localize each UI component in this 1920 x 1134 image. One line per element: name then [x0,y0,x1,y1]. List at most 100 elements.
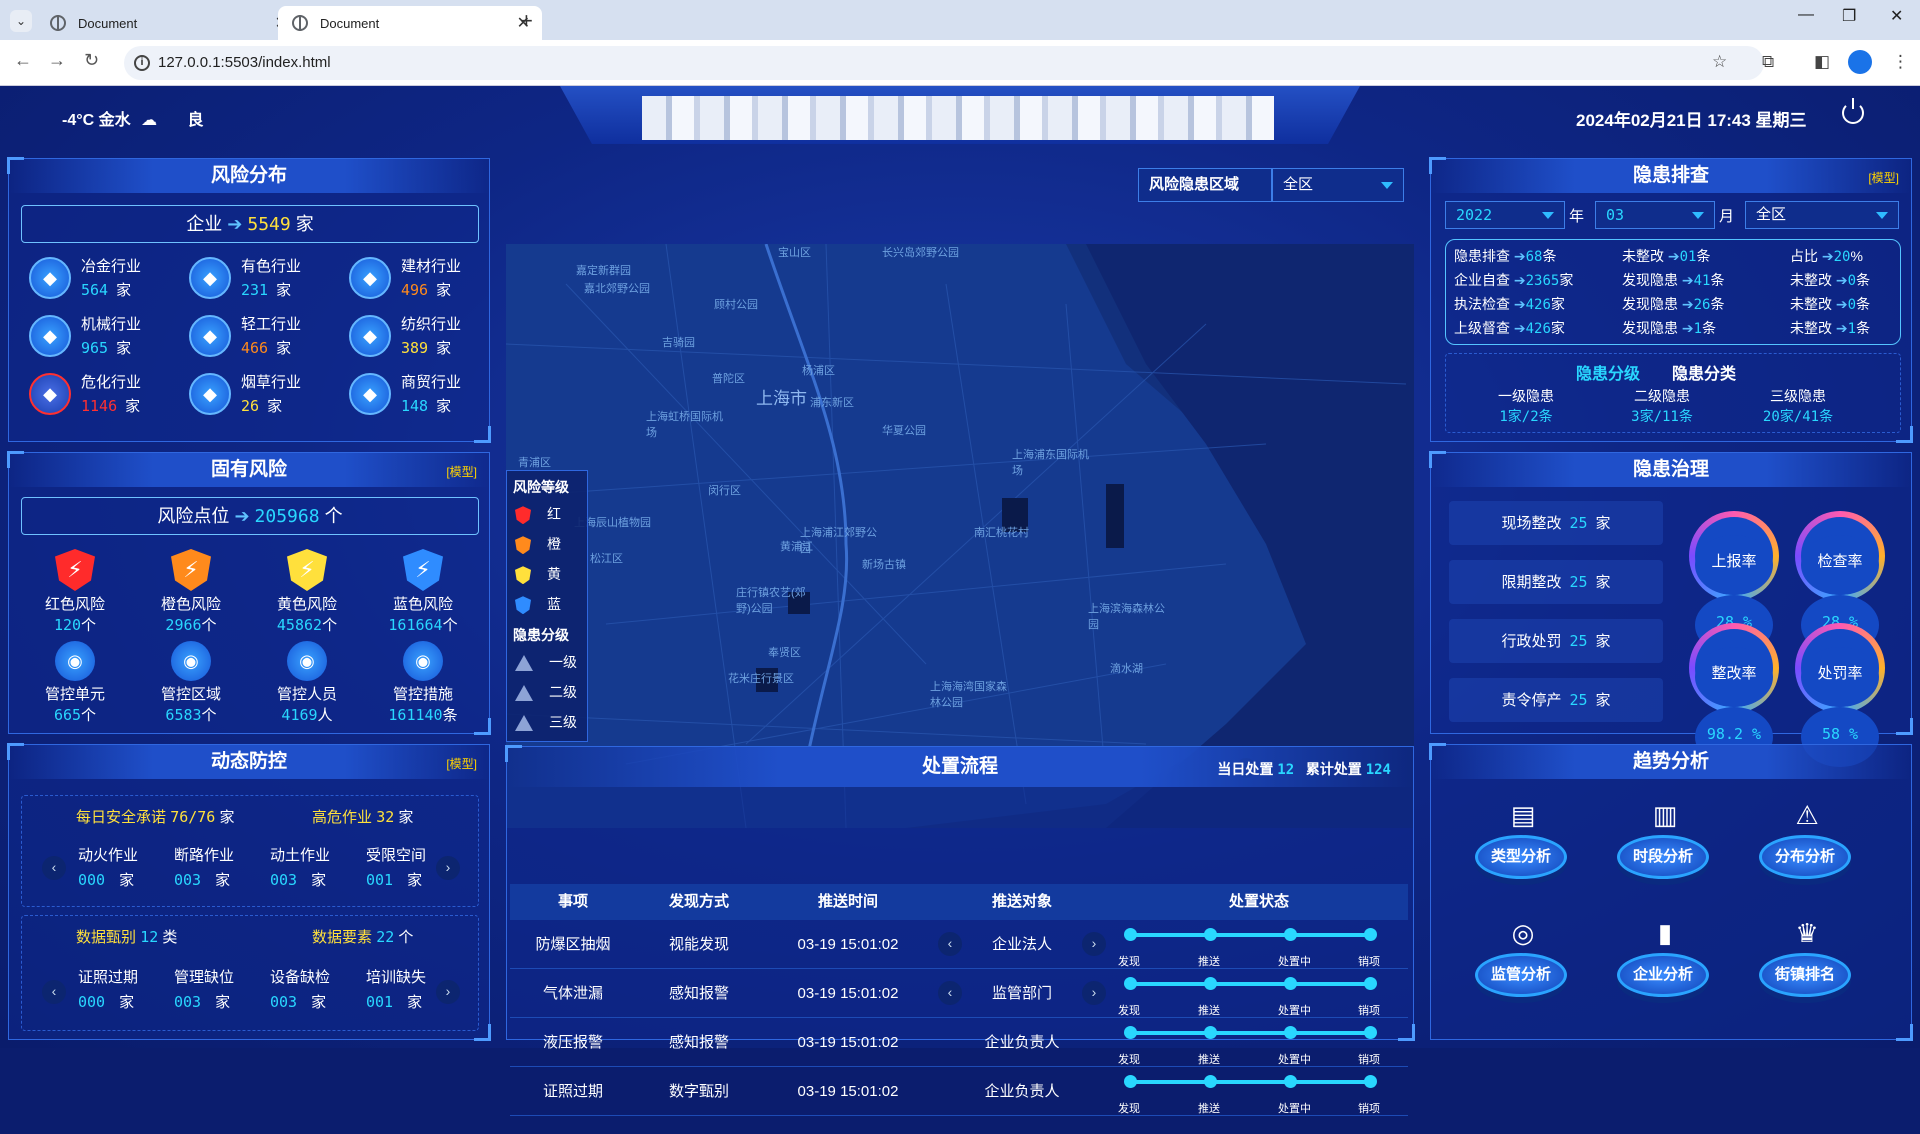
shield-icon: ⚡ [171,549,211,591]
trend-button[interactable]: ♛ 街镇排名 [1759,913,1855,997]
control-value-row: 4169人 [257,704,357,725]
high-label: 高危作业 [312,809,373,826]
tab-search-button[interactable]: ⌄ [10,10,32,32]
op-value: 000 [78,871,106,889]
industry-value-row: 26 家 [241,395,282,416]
month-select[interactable]: 03 [1595,201,1715,229]
stat-name: 未整改 [1790,272,1832,288]
industry-unit: 家 [436,282,452,299]
new-tab-button[interactable]: + [520,8,533,34]
trend-label: 时段分析 [1617,835,1709,879]
reload-button[interactable]: ↻ [84,50,99,71]
map-label: 上海海湾国家森林公园 [930,681,1007,709]
elem-label: 数据要素 [312,929,373,946]
menu-kebab-icon[interactable]: ⋮ [1892,52,1909,72]
prev-arrow-button[interactable]: ‹ [42,980,66,1004]
daily-unit: 家 [219,809,235,826]
stat-unit: 条 [1710,296,1725,312]
model-link[interactable]: [模型] [446,755,477,772]
tab-category[interactable]: 隐患分类 [1672,360,1736,384]
trend-button[interactable]: ▥ 时段分析 [1617,795,1713,879]
stat-name: 发现隐患 [1622,320,1678,336]
company-total: 企业 ➔ 5549 家 [21,205,479,243]
map-view[interactable]: 上海市 嘉定新群园 嘉北郊野公园 顾村公园 吉骑园 长兴岛郊野公园 宝山区 杨浦区 浦东新区 普陀… [506,244,1414,828]
op-value: 003 [174,993,202,1011]
trend-button[interactable]: ▮ 企业分析 [1617,913,1713,997]
trend-button[interactable]: ⚠ 分布分析 [1759,795,1855,879]
extensions-icon[interactable]: ⧉ [1762,52,1774,72]
address-bar[interactable]: i 127.0.0.1:5503/index.html [124,46,1764,80]
table-row[interactable]: 液压报警 感知报警 03-19 15:01:02 企业负责人 发现 推送 处置中 销项 [510,1018,1408,1067]
prev-arrow-button[interactable]: ‹ [938,932,962,956]
chevron-down-icon [1542,212,1554,219]
arrow-right-icon: ➔ [1678,296,1694,312]
map-label: 奉贤区 [768,647,801,659]
table-row[interactable]: 气体泄漏 感知报警 03-19 15:01:02 ‹ 监管部门 › 发现 推送 处置中 销项 [510,969,1408,1018]
hazard-stat: 发现隐患 ➔1条 [1622,318,1716,338]
map-label: 上海滨海森林公园 [1088,603,1165,631]
sidepanel-icon[interactable]: ◧ [1814,52,1830,72]
op-value-row: 003 家 [174,869,264,890]
arrow-right-icon: ➔ [1832,320,1848,336]
info-icon[interactable]: i [134,55,150,71]
browser-tab-1[interactable]: Document ✕ [36,6,300,40]
hazard-stats-box: 隐患排查 ➔68条 企业自查 ➔2365家 执法检查 ➔426家 上级督查 ➔426家… [1445,239,1901,345]
industry-unit: 家 [116,282,132,299]
table-header: 事项 发现方式 推送时间 推送对象 处置状态 [510,884,1408,920]
op-value-row: 000 家 [78,869,168,890]
cell-item: 防爆区抽烟 [535,936,611,953]
next-arrow-button[interactable]: › [1082,932,1106,956]
hazard-stat: 未整改 ➔0条 [1790,270,1870,290]
forward-button[interactable]: → [48,50,66,71]
control-unit: 个 [81,707,97,724]
table-row[interactable]: 防爆区抽烟 视能发现 03-19 15:01:02 ‹ 企业法人 › 发现 推送 处置中 销项 [510,920,1408,969]
year-select[interactable]: 2022 [1445,201,1565,229]
map-label: 浦东新区 [810,397,854,409]
model-link[interactable]: [模型] [446,463,477,480]
back-button[interactable]: ← [14,50,32,71]
screen-count: 数据甄别 12 类 [76,926,177,947]
stat-value: 20 [1833,249,1851,265]
trend-button[interactable]: ◎ 监管分析 [1475,913,1571,997]
profile-avatar[interactable] [1848,50,1872,74]
close-window-button[interactable]: ✕ [1890,6,1903,26]
hazard-stat: 未整改 ➔0条 [1790,294,1870,314]
prev-arrow-button[interactable]: ‹ [938,981,962,1005]
risk-value-row: 45862个 [257,614,357,635]
model-link[interactable]: [模型] [1868,169,1899,186]
globe-icon [292,15,308,31]
map-label: 黄浦江 [780,541,813,553]
area-select[interactable]: 全区 [1745,201,1899,229]
map-legend: 风险等级 红橙黄蓝 隐患分级 一级 二级 三级 [506,470,588,742]
restore-button[interactable]: ❐ [1842,6,1856,26]
industry-item: ◆ 纺织行业 389 家 [349,311,499,361]
legend-hazard: 二级 [507,677,587,707]
power-icon[interactable] [1842,98,1864,124]
gov-unit: 家 [1595,515,1611,532]
browser-tab-2[interactable]: Document ✕ [278,6,542,40]
cell-time: 03-19 15:01:02 [797,1034,899,1051]
legend-hazards: 一级 二级 三级 [507,647,587,737]
tab-grade[interactable]: 隐患分级 [1576,360,1640,384]
grade-value: 1家/2条 [1499,409,1553,425]
trend-button[interactable]: ▤ 类型分析 [1475,795,1571,879]
control-item: ◉ 管控人员 4169人 [257,641,357,725]
arrow-right-icon: ➔ [1510,248,1526,264]
map-label: 花米庄行景区 [728,673,794,685]
region-select[interactable]: 全区 [1272,168,1404,202]
next-arrow-button[interactable]: › [1082,981,1106,1005]
bookmark-star-icon[interactable]: ☆ [1712,52,1727,72]
industry-item: ◆ 危化行业 1146 家 [29,369,179,419]
op-unit: 家 [407,872,423,889]
shirt-icon: ◆ [349,315,391,357]
minimize-button[interactable]: — [1798,6,1814,24]
risk-value-row: 120个 [25,614,125,635]
stat-unit: 条 [1702,320,1717,336]
table-row[interactable]: 证照过期 数字甄别 03-19 15:01:02 企业负责人 发现 推送 处置中 销项 [510,1067,1408,1116]
op-value: 003 [270,993,298,1011]
risk-name: 红色风险 [44,596,105,613]
governance-item: 现场整改 25 家 [1449,501,1663,545]
prev-arrow-button[interactable]: ‹ [42,856,66,880]
op-unit: 家 [119,872,135,889]
map-label: 上海市 [756,389,807,408]
